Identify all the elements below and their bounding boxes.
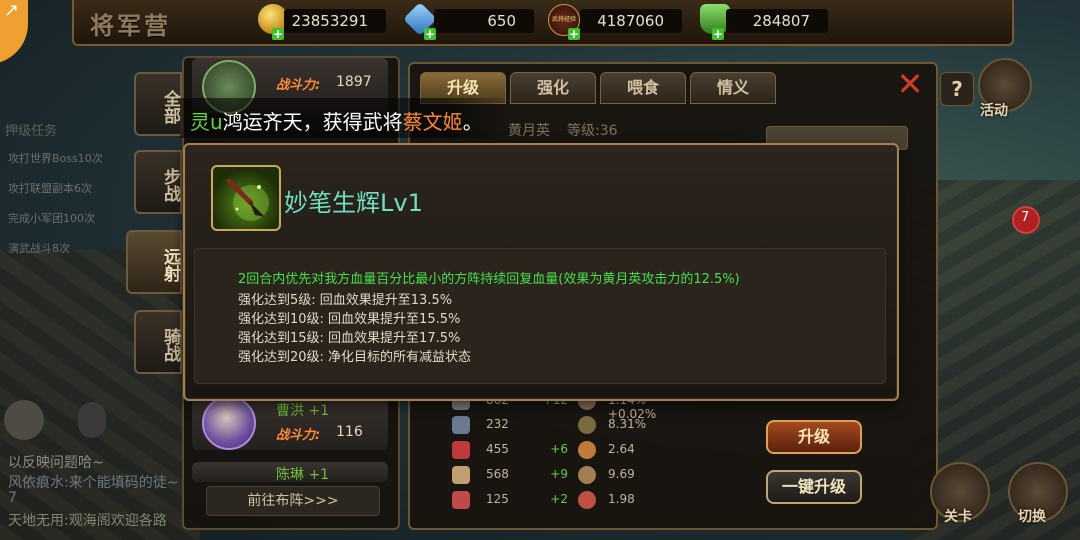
activity-label: 活动 bbox=[980, 103, 1008, 119]
skill-main-effect: 2回合内优先对我方血量百分比最小的方阵持续回复血量(效果为黄月英攻击力的12.5… bbox=[238, 272, 740, 287]
go-to-formation-button[interactable]: 前往布阵>>> bbox=[206, 486, 380, 516]
add-potion-button[interactable]: + bbox=[712, 28, 724, 40]
badge-count: 7 bbox=[1021, 210, 1030, 225]
stat-value-secondary: 1.98 bbox=[608, 492, 635, 506]
potion-value: 284807 bbox=[726, 9, 828, 33]
gem-value: 650 bbox=[434, 9, 534, 33]
quest-item: 演武战斗8次 bbox=[8, 242, 70, 255]
skill-upgrade-line: 强化达到20级: 净化目标的所有减益状态 bbox=[238, 350, 472, 365]
stage-label: 关卡 bbox=[944, 509, 972, 525]
switch-label: 切换 bbox=[1018, 509, 1046, 525]
avatar bbox=[202, 396, 256, 450]
stat-increase: +2 bbox=[550, 492, 568, 506]
add-coin-button[interactable]: + bbox=[272, 28, 284, 40]
general-exp-value: 4187060 bbox=[580, 9, 682, 33]
add-general-exp-button[interactable]: + bbox=[568, 28, 580, 40]
stat-value-secondary: 2.64 bbox=[608, 442, 635, 456]
strength-plus-icon bbox=[578, 466, 596, 484]
heart-plus-icon bbox=[578, 441, 596, 459]
chat-line: 以反映问题哈~ bbox=[8, 455, 104, 471]
stat-value: 455 bbox=[486, 442, 509, 456]
help-button[interactable]: ? bbox=[940, 72, 974, 106]
tab-bond[interactable]: 情义 bbox=[690, 72, 776, 104]
broadcast-player: 灵u bbox=[190, 110, 223, 134]
broadcast-general: 蔡文姬 bbox=[402, 110, 463, 134]
resource-bar bbox=[72, 0, 1014, 46]
chat-line: 天地无用:观海阁欢迎各路 bbox=[8, 513, 167, 529]
stat-increase: +9 bbox=[550, 467, 568, 481]
close-icon[interactable]: ✕ bbox=[894, 68, 926, 100]
arrow-icon: ↗ bbox=[4, 0, 20, 21]
chat-icon[interactable] bbox=[4, 400, 44, 440]
notification-badge: 7 bbox=[1012, 206, 1040, 234]
broadcast-end: 。 bbox=[462, 110, 483, 134]
power-value: 1897 bbox=[336, 74, 372, 90]
tab-feed[interactable]: 喂食 bbox=[600, 72, 686, 104]
microphone-icon[interactable] bbox=[78, 402, 106, 438]
power-label: 战斗力: bbox=[276, 78, 321, 93]
general-name: 曹洪 +1 bbox=[276, 403, 330, 419]
power-value: 116 bbox=[336, 424, 363, 440]
quest-item: 完成小军团100次 bbox=[8, 212, 95, 225]
fist-plus-icon bbox=[578, 491, 596, 509]
tab-ranged[interactable]: 远射 bbox=[126, 230, 182, 294]
stat-value-secondary: 9.69 bbox=[608, 467, 635, 481]
skill-upgrade-line: 强化达到15级: 回血效果提升至17.5% bbox=[238, 331, 461, 346]
stat-value: 568 bbox=[486, 467, 509, 481]
quest-item: 攻打联盟副本6次 bbox=[8, 182, 92, 195]
page-title: 将军营 bbox=[90, 12, 171, 40]
strength-icon bbox=[452, 466, 470, 484]
heart-icon bbox=[452, 441, 470, 459]
hero-level: 等级:36 bbox=[567, 123, 618, 139]
tab-enhance[interactable]: 强化 bbox=[510, 72, 596, 104]
general-card[interactable]: 陈琳 +1 bbox=[192, 462, 388, 483]
stat-value-secondary: 8.31% bbox=[608, 417, 647, 431]
general-card[interactable]: 曹洪 +1 战斗力: 116 bbox=[192, 394, 388, 450]
upgrade-button[interactable]: 升级 bbox=[766, 420, 862, 454]
skill-upgrade-line: 强化达到10级: 回血效果提升至15.5% bbox=[238, 312, 461, 327]
armor-icon bbox=[452, 416, 470, 434]
chat-line: 风依痕水:来个能填码的徒~ bbox=[8, 475, 179, 491]
power-label: 战斗力: bbox=[276, 428, 321, 443]
stat-value: 125 bbox=[486, 492, 509, 506]
tab-cavalry[interactable]: 骑战 bbox=[134, 310, 182, 374]
shield-icon bbox=[578, 416, 596, 434]
skill-icon bbox=[211, 165, 281, 231]
add-gem-button[interactable]: + bbox=[424, 28, 436, 40]
hero-name: 黄月英 bbox=[508, 123, 550, 139]
fist-icon bbox=[452, 491, 470, 509]
quest-title: 押级任务 bbox=[5, 124, 58, 139]
tab-infantry[interactable]: 步战 bbox=[134, 150, 182, 214]
broadcast-message: 灵u鸿运齐天，获得武将蔡文姬。 bbox=[190, 106, 483, 135]
skill-title: 妙笔生辉Lv1 bbox=[284, 189, 423, 217]
brush-icon bbox=[226, 178, 269, 221]
skill-upgrade-line: 强化达到5级: 回血效果提升至13.5% bbox=[238, 293, 453, 308]
one-click-upgrade-button[interactable]: 一键升级 bbox=[766, 470, 862, 504]
general-name: 陈琳 +1 bbox=[276, 467, 330, 483]
tab-all[interactable]: 全部 bbox=[134, 72, 182, 136]
broadcast-text: 鸿运齐天，获得武将 bbox=[222, 110, 403, 134]
coin-value: 23853291 bbox=[284, 9, 386, 33]
stat-increase: +6 bbox=[550, 442, 568, 456]
quest-item: 攻打世界Boss10次 bbox=[8, 152, 103, 165]
chat-line: 7 bbox=[8, 490, 17, 506]
stat-value: 232 bbox=[486, 417, 509, 431]
